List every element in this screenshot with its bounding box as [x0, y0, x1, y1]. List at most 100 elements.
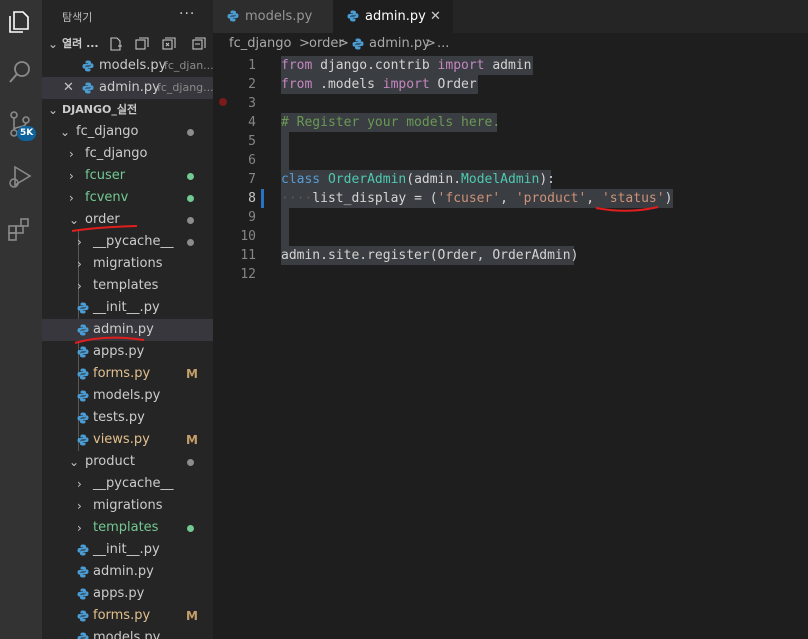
python-file-icon: [77, 368, 89, 380]
open-editor-desc: fc_djang...: [157, 81, 213, 94]
tree-file[interactable]: forms.py M: [42, 605, 213, 627]
code-token: import: [437, 58, 485, 73]
modified-badge: M: [186, 433, 198, 447]
tree-file[interactable]: forms.py M: [42, 363, 213, 385]
chevron-right-icon: ›: [77, 499, 82, 513]
modified-badge: M: [186, 609, 198, 623]
code-token: from: [281, 77, 313, 92]
run-debug-icon[interactable]: [6, 162, 34, 190]
python-file-icon: [77, 588, 89, 600]
status-dot: [187, 195, 194, 202]
tree-item-label: __pycache__: [93, 476, 174, 491]
chevron-down-icon: ⌄: [48, 37, 59, 51]
tab-models-py[interactable]: models.py: [213, 0, 333, 33]
open-editors-header[interactable]: ⌄ 열려 ...: [42, 33, 213, 55]
tree-folder[interactable]: › fcvenv: [42, 187, 213, 209]
tree-file[interactable]: __init__.py: [42, 297, 213, 319]
tree-item-label: order: [85, 212, 120, 227]
tree-folder[interactable]: › __pycache__: [42, 473, 213, 495]
tab-admin-py[interactable]: admin.py ✕: [333, 0, 453, 33]
open-editors-label: 열려 ...: [62, 37, 99, 50]
tree-item-label: __init__.py: [93, 300, 160, 315]
code-token: # Register your models here.: [281, 115, 501, 130]
tree-item-label: forms.py: [93, 608, 151, 623]
explorer-icon[interactable]: [6, 8, 34, 36]
tree-folder[interactable]: › fc_django: [42, 143, 213, 165]
tree-folder[interactable]: › migrations: [42, 495, 213, 517]
code-token: ):: [539, 172, 555, 187]
chevron-right-icon: ›: [69, 169, 74, 183]
tree-file[interactable]: admin.py: [42, 561, 213, 583]
line-number: 6: [248, 153, 256, 168]
tab-label: models.py: [245, 9, 313, 24]
tree-folder[interactable]: › __pycache__: [42, 231, 213, 253]
breadcrumb-separator: >: [425, 36, 436, 51]
code-token: class: [281, 172, 321, 187]
tree-folder[interactable]: › migrations: [42, 253, 213, 275]
modified-badge: M: [186, 367, 198, 381]
code-token: django.contrib: [312, 58, 438, 73]
line-number: 7: [248, 172, 256, 187]
tree-item-label: __init__.py: [93, 542, 160, 557]
chevron-right-icon: ›: [77, 257, 82, 271]
tree-item-label: fcuser: [85, 168, 126, 183]
sidebar-title: 탐색기: [62, 11, 93, 24]
line-number: 5: [248, 134, 256, 149]
open-editor-item-active[interactable]: ✕ admin.py fc_djang...: [42, 77, 213, 99]
python-file-icon: [347, 10, 359, 22]
tree-folder[interactable]: › templates: [42, 275, 213, 297]
line-number: 2: [248, 77, 256, 92]
tree-folder[interactable]: ⌄ fc_django: [42, 121, 213, 143]
python-file-icon: [77, 566, 89, 578]
save-all-icon[interactable]: [135, 37, 149, 51]
collapse-all-icon[interactable]: [192, 37, 206, 51]
tree-file[interactable]: admin.py: [42, 319, 213, 341]
tree-file[interactable]: __init__.py: [42, 539, 213, 561]
tree-folder[interactable]: ⌄ product: [42, 451, 213, 473]
close-icon[interactable]: ✕: [63, 77, 74, 99]
tree-file[interactable]: views.py M: [42, 429, 213, 451]
tree-folder[interactable]: › fcuser: [42, 165, 213, 187]
project-label: DJANGO_실전: [62, 103, 138, 116]
more-actions-icon[interactable]: ···: [179, 6, 195, 22]
tree-file[interactable]: apps.py: [42, 341, 213, 363]
breadcrumb-symbol[interactable]: ...: [437, 33, 449, 55]
code-token: 'status': [601, 191, 665, 206]
line-number: 1: [248, 58, 256, 73]
tree-file[interactable]: apps.py: [42, 583, 213, 605]
search-icon[interactable]: [6, 58, 34, 86]
sidebar-header: 탐색기 ···: [42, 0, 213, 33]
tree-file[interactable]: models.py: [42, 385, 213, 407]
tree-folder[interactable]: ⌄ order: [42, 209, 213, 231]
code-editor[interactable]: 1 2 3 4 5 6 7 8 9 10 11 12 from django.contrib impo…: [213, 55, 808, 639]
open-editor-desc: fc_djan...: [164, 59, 213, 72]
python-file-icon: [77, 324, 89, 336]
tree-item-label: models.py: [93, 630, 161, 639]
tree-item-label: templates: [93, 520, 159, 535]
tree-item-label: admin.py: [93, 564, 154, 579]
tree-file[interactable]: models.py: [42, 627, 213, 639]
close-all-icon[interactable]: [162, 37, 176, 51]
selection-highlight: [281, 227, 289, 246]
tree-file[interactable]: tests.py: [42, 407, 213, 429]
chevron-right-icon: ›: [77, 279, 82, 293]
python-file-icon: [82, 60, 94, 72]
breadcrumb-file[interactable]: admin.py: [369, 33, 430, 55]
new-file-icon[interactable]: [109, 37, 123, 51]
chevron-down-icon: ⌄: [60, 125, 71, 139]
tree-item-label: apps.py: [93, 344, 145, 359]
python-file-icon: [77, 390, 89, 402]
code-token: ····: [281, 191, 313, 206]
line-number: 10: [240, 229, 256, 244]
python-file-icon: [77, 632, 89, 639]
extensions-icon[interactable]: [6, 216, 34, 244]
tree-folder[interactable]: › templates: [42, 517, 213, 539]
line-number: 4: [248, 115, 256, 130]
status-dot: [187, 239, 194, 246]
tab-close-icon[interactable]: ✕: [430, 0, 441, 33]
open-editor-item[interactable]: models.py fc_djan...: [42, 55, 213, 77]
chevron-down-icon: ⌄: [69, 455, 80, 469]
project-header[interactable]: ⌄ DJANGO_실전: [42, 99, 213, 121]
line-number: 11: [240, 248, 256, 263]
breadcrumb-folder[interactable]: fc_django: [229, 33, 292, 55]
